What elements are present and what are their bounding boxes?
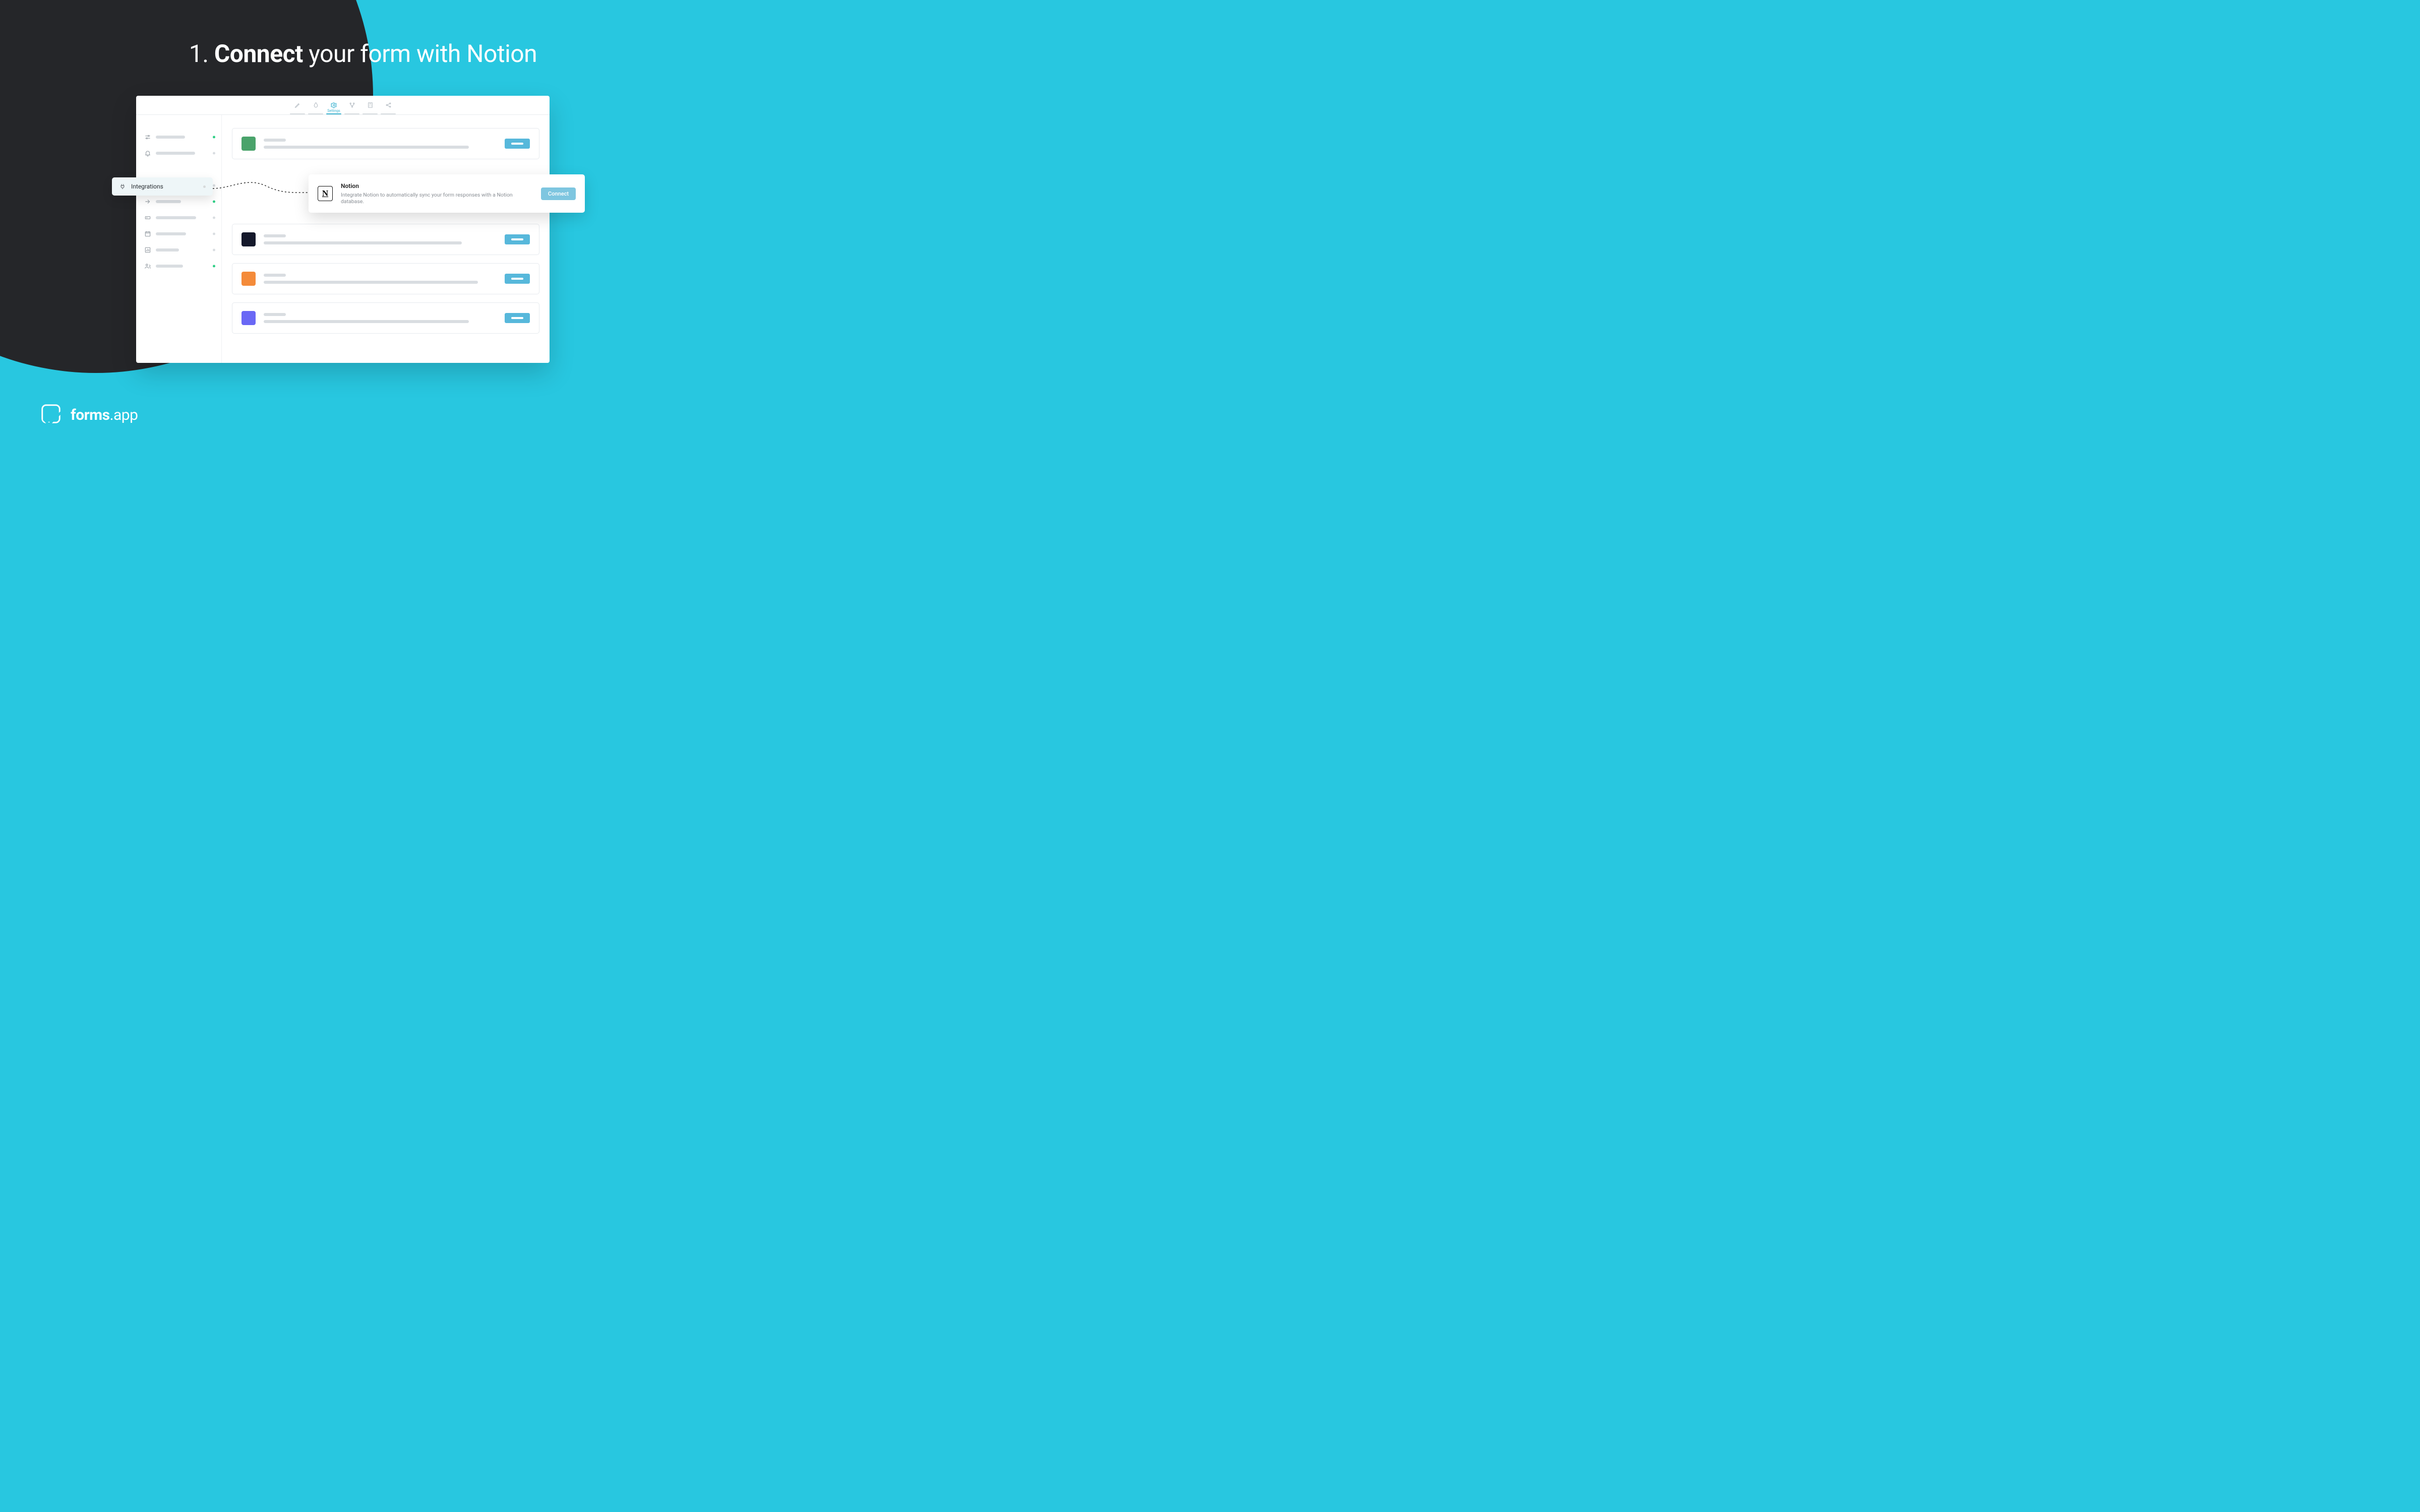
sidebar-item-label: Integrations (131, 183, 163, 190)
sidebar-item-6[interactable] (136, 210, 221, 226)
sliders-icon (144, 134, 151, 141)
page-headline: 1. Connect your form with Notion (0, 39, 726, 68)
tab-edit[interactable]: . (288, 102, 307, 114)
status-dot (203, 185, 206, 188)
sidebar-item-integrations[interactable]: Integrations (112, 177, 213, 196)
drop-icon (313, 102, 319, 108)
plug-icon (119, 183, 126, 190)
integration-logo (241, 311, 256, 325)
status-dot (213, 136, 215, 139)
tab-settings[interactable]: Settings (325, 102, 343, 114)
brand-mark-icon (39, 403, 63, 426)
chart-icon (144, 246, 151, 254)
integration-card (232, 263, 539, 294)
sidebar-item-8[interactable] (136, 242, 221, 258)
sidebar-item-7[interactable] (136, 226, 221, 242)
headline-number: 1. (189, 39, 209, 68)
integration-card (232, 224, 539, 255)
status-dot (213, 184, 215, 187)
headline-bold: Connect (214, 39, 303, 68)
integration-card (232, 302, 539, 334)
status-dot (213, 201, 215, 203)
tab-share[interactable]: . (379, 102, 397, 114)
integration-logo (241, 232, 256, 246)
status-dot (213, 265, 215, 268)
status-dot (213, 249, 215, 251)
app-window: . . Settings . . . (136, 96, 550, 363)
brand-text: forms.app (71, 406, 138, 424)
brand-logo: forms.app (39, 403, 138, 426)
users-icon (144, 263, 151, 270)
headline-rest: your form with Notion (303, 39, 537, 68)
topbar: . . Settings . . . (136, 96, 550, 115)
notion-integration-card: N Notion Integrate Notion to automatical… (309, 174, 585, 213)
pencil-icon (294, 102, 301, 108)
sidebar-item-2[interactable] (136, 145, 221, 161)
calculator-icon (367, 102, 374, 108)
tab-logic[interactable]: . (343, 102, 361, 114)
connect-button[interactable] (505, 274, 530, 284)
sidebar (136, 115, 222, 363)
integration-desc: Integrate Notion to automatically sync y… (341, 192, 533, 205)
integration-title: Notion (341, 182, 533, 190)
tab-design[interactable]: . (307, 102, 325, 114)
sidebar-item-9[interactable] (136, 258, 221, 274)
integrations-list (222, 115, 550, 363)
gear-icon (331, 102, 337, 108)
text-icon (144, 214, 151, 221)
notion-logo-icon: N (318, 186, 333, 201)
integration-logo (241, 272, 256, 286)
status-dot (213, 233, 215, 235)
tab-calculator[interactable]: . (361, 102, 379, 114)
integration-card (232, 128, 539, 159)
bell-icon (144, 150, 151, 157)
sidebar-item-1[interactable] (136, 129, 221, 145)
status-dot (213, 152, 215, 155)
connect-button[interactable]: Connect (541, 187, 576, 200)
connect-button[interactable] (505, 234, 530, 244)
share-icon (385, 102, 392, 108)
status-dot (213, 217, 215, 219)
calendar-icon (144, 230, 151, 237)
sidebar-item-5[interactable] (136, 194, 221, 210)
integration-logo (241, 137, 256, 151)
connect-button[interactable] (505, 313, 530, 323)
forward-alt-icon (144, 198, 151, 205)
connect-button[interactable] (505, 139, 530, 149)
branch-icon (349, 102, 355, 108)
tab-settings-label: Settings (327, 109, 340, 113)
